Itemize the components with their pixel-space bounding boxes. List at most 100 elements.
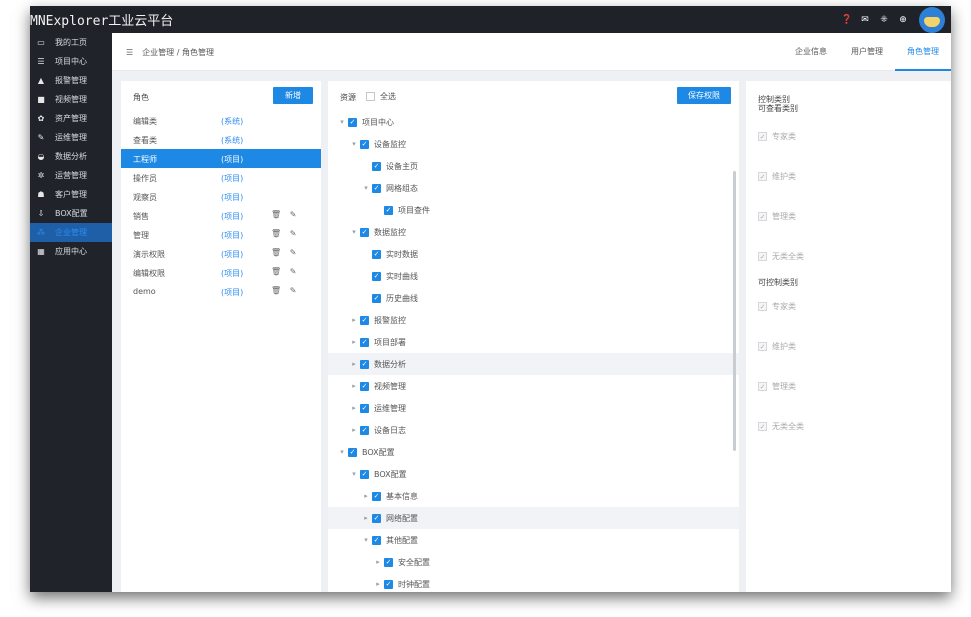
sidebar-item-operations[interactable]: ✲ 运营管理 (30, 166, 112, 185)
chevron-down-icon[interactable]: ▾ (338, 448, 346, 456)
tab-role-management[interactable]: 角色管理 (895, 33, 951, 71)
tab-enterprise-info[interactable]: 企业信息 (783, 33, 839, 71)
tree-node[interactable]: ▾ ✓ 设备监控 (328, 133, 739, 155)
tree-node-checkbox[interactable]: ✓ (360, 337, 369, 347)
tree-node-checkbox[interactable]: ✓ (384, 579, 393, 589)
select-all[interactable]: 全选 (366, 91, 396, 102)
chevron-right-icon[interactable]: ▸ (350, 404, 358, 412)
tree-node-checkbox[interactable]: ✓ (384, 205, 393, 215)
viewable-category-item[interactable]: ✓ 维护类 (746, 171, 951, 182)
mail-icon[interactable]: ✉ (860, 15, 870, 25)
tree-node[interactable]: ✓ 实时数据 (328, 243, 739, 265)
tree-node[interactable]: ▸ ✓ 运维管理 (328, 397, 739, 419)
sidebar-item-assets[interactable]: ✿ 资产管理 (30, 109, 112, 128)
sidebar-item-enterprise[interactable]: ⁂ 企业管理 (30, 223, 112, 242)
chevron-down-icon[interactable]: ▾ (350, 228, 358, 236)
tree-node[interactable]: ▸ ✓ 视频管理 (328, 375, 739, 397)
viewable-category-item[interactable]: ✓ 无类全类 (746, 251, 951, 262)
controllable-category-item[interactable]: ✓ 管理类 (746, 381, 951, 392)
role-row[interactable]: 操作员 (项目) (121, 168, 321, 187)
sidebar-item-alarms[interactable]: ▲ 报警管理 (30, 71, 112, 90)
tree-node[interactable]: ▾ ✓ 项目中心 (328, 111, 739, 133)
tree-node-checkbox[interactable]: ✓ (360, 381, 369, 391)
sidebar-item-analytics[interactable]: ◒ 数据分析 (30, 147, 112, 166)
tree-node[interactable]: ▸ ✓ 数据分析 (328, 353, 739, 375)
role-row[interactable]: 编辑权限 (项目) 🗑 ✎ (121, 263, 321, 282)
role-row[interactable]: 编辑类 (系统) (121, 111, 321, 130)
tree-node-checkbox[interactable]: ✓ (360, 227, 369, 237)
controllable-category-item[interactable]: ✓ 维护类 (746, 341, 951, 352)
sidebar-item-maintenance[interactable]: ✎ 运维管理 (30, 128, 112, 147)
tree-node[interactable]: ▸ ✓ 设备日志 (328, 419, 739, 441)
role-row[interactable]: 管理 (项目) 🗑 ✎ (121, 225, 321, 244)
tree-node-checkbox[interactable]: ✓ (360, 315, 369, 325)
tree-node-checkbox[interactable]: ✓ (360, 469, 369, 479)
tree-node[interactable]: ✓ 项目查件 (328, 199, 739, 221)
tree-node-checkbox[interactable]: ✓ (372, 249, 381, 259)
sidebar-item-video[interactable]: ■ 视频管理 (30, 90, 112, 109)
chevron-right-icon[interactable]: ▸ (350, 382, 358, 390)
sidebar-item-projects[interactable]: ☰ 项目中心 (30, 52, 112, 71)
sidebar-item-home[interactable]: ▭ 我的工页 (30, 33, 112, 52)
resource-scrollbar[interactable] (733, 171, 736, 451)
tree-node[interactable]: ▾ ✓ BOX配置 (328, 463, 739, 485)
menu-toggle-icon[interactable]: ☰ (126, 48, 133, 57)
select-all-checkbox[interactable] (366, 92, 375, 101)
tree-node[interactable]: ▾ ✓ 数据监控 (328, 221, 739, 243)
tree-node-checkbox[interactable]: ✓ (360, 403, 369, 413)
chevron-down-icon[interactable]: ▾ (350, 470, 358, 478)
tree-node[interactable]: ✓ 实时曲线 (328, 265, 739, 287)
tab-user-management[interactable]: 用户管理 (839, 33, 895, 71)
role-row[interactable]: demo (项目) 🗑 ✎ (121, 282, 321, 301)
tree-node[interactable]: ✓ 设备主页 (328, 155, 739, 177)
tree-node-checkbox[interactable]: ✓ (360, 139, 369, 149)
role-actions[interactable]: 🗑 ✎ (271, 248, 299, 257)
tree-node[interactable]: ▸ ✓ 报警监控 (328, 309, 739, 331)
chevron-down-icon[interactable]: ▾ (338, 118, 346, 126)
tree-node-checkbox[interactable]: ✓ (372, 183, 381, 193)
globe-icon[interactable]: ⊕ (898, 15, 908, 25)
role-actions[interactable]: 🗑 ✎ (271, 267, 299, 276)
chevron-right-icon[interactable]: ▸ (362, 492, 370, 500)
tree-node-checkbox[interactable]: ✓ (372, 513, 381, 523)
tree-node-checkbox[interactable]: ✓ (372, 293, 381, 303)
tree-node-checkbox[interactable]: ✓ (372, 535, 381, 545)
sidebar-item-apps[interactable]: ▦ 应用中心 (30, 242, 112, 261)
add-role-button[interactable]: 新增 (273, 87, 313, 104)
save-permissions-button[interactable]: 保存权限 (677, 87, 731, 104)
chevron-down-icon[interactable]: ▾ (362, 536, 370, 544)
tree-node[interactable]: ▸ ✓ 网络配置 (328, 507, 739, 529)
chevron-right-icon[interactable]: ▸ (362, 514, 370, 522)
chevron-right-icon[interactable]: ▸ (350, 316, 358, 324)
tree-node-checkbox[interactable]: ✓ (372, 161, 381, 171)
chevron-right-icon[interactable]: ▸ (350, 426, 358, 434)
tree-node-checkbox[interactable]: ✓ (360, 359, 369, 369)
tree-node[interactable]: ▾ ✓ BOX配置 (328, 441, 739, 463)
chevron-down-icon[interactable]: ▾ (362, 184, 370, 192)
chevron-right-icon[interactable]: ▸ (374, 580, 382, 588)
chevron-right-icon[interactable]: ▸ (374, 558, 382, 566)
tree-node[interactable]: ▸ ✓ 安全配置 (328, 551, 739, 573)
tree-node-checkbox[interactable]: ✓ (348, 117, 357, 127)
controllable-category-item[interactable]: ✓ 专家类 (746, 301, 951, 312)
controllable-category-item[interactable]: ✓ 无类全类 (746, 421, 951, 432)
tree-node[interactable]: ▾ ✓ 其他配置 (328, 529, 739, 551)
role-row[interactable]: 观察员 (项目) (121, 187, 321, 206)
role-row[interactable]: 查看类 (系统) (121, 130, 321, 149)
role-row-selected[interactable]: 工程师 (项目) (121, 149, 321, 168)
tree-node[interactable]: ▾ ✓ 网格组态 (328, 177, 739, 199)
role-actions[interactable]: 🗑 ✎ (271, 286, 299, 295)
chevron-right-icon[interactable]: ▸ (350, 338, 358, 346)
help-icon[interactable]: ❓ (841, 15, 852, 25)
tree-node-checkbox[interactable]: ✓ (360, 425, 369, 435)
viewable-category-item[interactable]: ✓ 专家类 (746, 131, 951, 142)
sidebar-item-box-config[interactable]: ⇩ BOX配置 (30, 204, 112, 223)
tree-node-checkbox[interactable]: ✓ (372, 491, 381, 501)
role-actions[interactable]: 🗑 ✎ (271, 210, 299, 219)
tree-node[interactable]: ✓ 历史曲线 (328, 287, 739, 309)
tree-node[interactable]: ▸ ✓ 基本信息 (328, 485, 739, 507)
apps-icon[interactable]: ⁜ (879, 15, 889, 25)
tree-node-checkbox[interactable]: ✓ (372, 271, 381, 281)
tree-node[interactable]: ▸ ✓ 时钟配置 (328, 573, 739, 592)
tree-node[interactable]: ▸ ✓ 项目部署 (328, 331, 739, 353)
